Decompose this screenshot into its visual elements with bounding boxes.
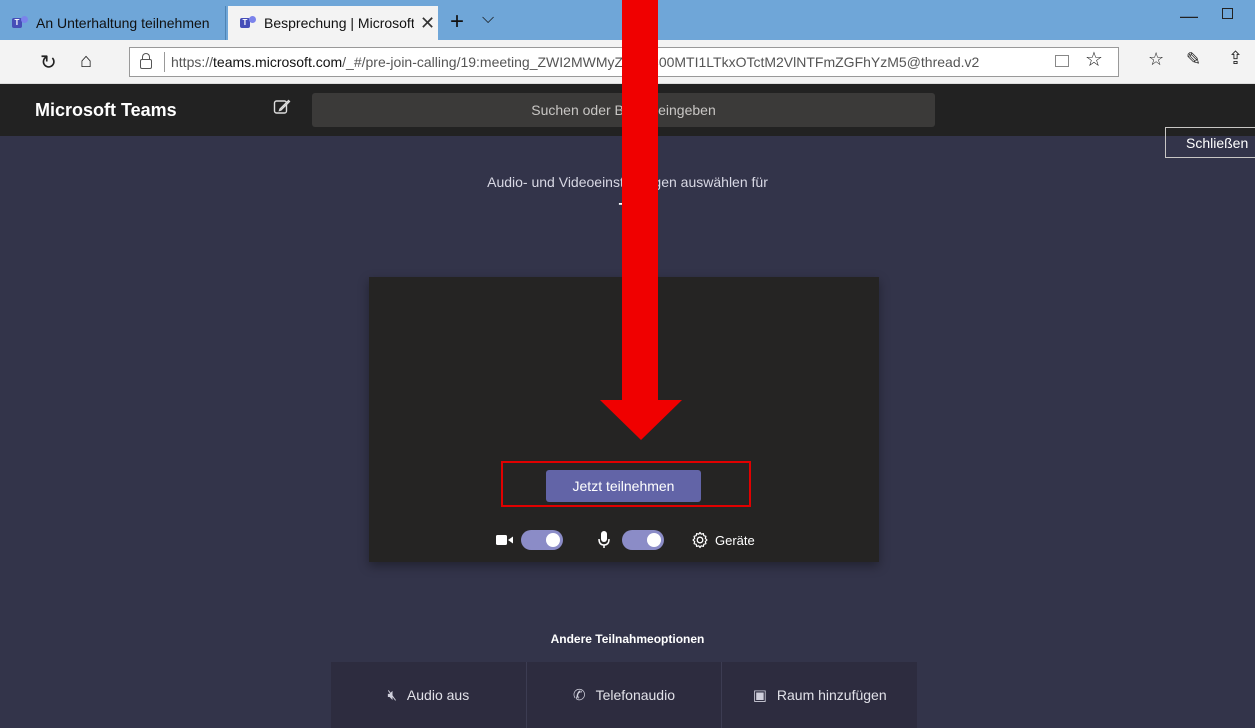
speaker-off-icon: 🔇︎ [387,686,397,704]
video-control [496,528,563,552]
home-icon[interactable]: ⌂ [80,50,92,73]
url-path: /_#/pre-join-calling/19:meeting_ZWI2MWMy… [342,54,624,70]
teams-logo-icon: T [240,16,256,30]
phone-audio-option[interactable]: ✆ Telefonaudio [527,662,723,728]
url-separator [164,52,165,72]
lock-icon [140,53,152,69]
restore-button[interactable] [1222,8,1233,19]
mic-toggle[interactable] [622,530,664,550]
url-prefix: https:// [171,54,214,70]
refresh-icon[interactable]: ↻ [40,50,57,75]
url-path-end: /ZiNC00MTI1LTkxOTctM2VlNTFmZGFhYzM5@thre… [623,54,980,70]
camera-icon [496,535,513,545]
pen-icon[interactable]: ✎ [1186,49,1201,70]
annotation-highlight-box [501,461,751,507]
audio-off-option[interactable]: 🔇︎ Audio aus [331,662,527,728]
annotation-arrow-head [600,400,682,440]
favorite-star-icon[interactable]: ☆ [1085,47,1103,72]
tab-list-button[interactable]: ⌵ [482,10,494,28]
tab-title: An Unterhaltung teilnehmen [36,15,210,31]
new-tab-button[interactable]: + [450,8,464,36]
devices-label: Geräte [715,532,755,548]
audio-off-label: Audio aus [406,687,470,703]
microphone-icon [598,531,610,548]
add-room-option[interactable]: ▣ Raum hinzufügen [722,662,917,728]
gear-icon [692,531,708,549]
browser-tab[interactable]: T An Unterhaltung teilnehmen [0,6,226,40]
minimize-button[interactable]: — [1180,6,1198,27]
teams-logo-icon: T [12,16,28,30]
compose-icon[interactable] [273,98,291,116]
reading-view-icon[interactable] [1055,55,1069,67]
url-domain: teams.microsoft.com [213,54,343,70]
join-options-bar: 🔇︎ Audio aus ✆ Telefonaudio ▣ Raum hinzu… [331,662,917,728]
close-button[interactable]: Schließen [1165,127,1255,158]
add-room-label: Raum hinzufügen [776,687,887,703]
cast-icon: ▣ [752,687,767,704]
devices-button[interactable]: Geräte [691,528,755,552]
app-title: Microsoft Teams [35,100,177,120]
annotation-arrow-shaft [622,0,658,400]
other-options-title: Andere Teilnahmeoptionen [550,632,705,646]
share-icon[interactable]: ⇪ [1228,48,1243,69]
close-tab-icon[interactable]: ✕ [420,13,435,34]
browser-tab-active[interactable]: T Besprechung | Microsoft Teams ✕ [228,6,438,40]
tab-title: Besprechung | Microsoft Teams [264,15,414,31]
video-toggle[interactable] [521,530,563,550]
phone-icon: ✆ [573,687,586,704]
mic-control [598,528,664,552]
favorites-list-icon[interactable]: ☆ [1148,49,1164,70]
phone-audio-label: Telefonaudio [595,687,675,703]
